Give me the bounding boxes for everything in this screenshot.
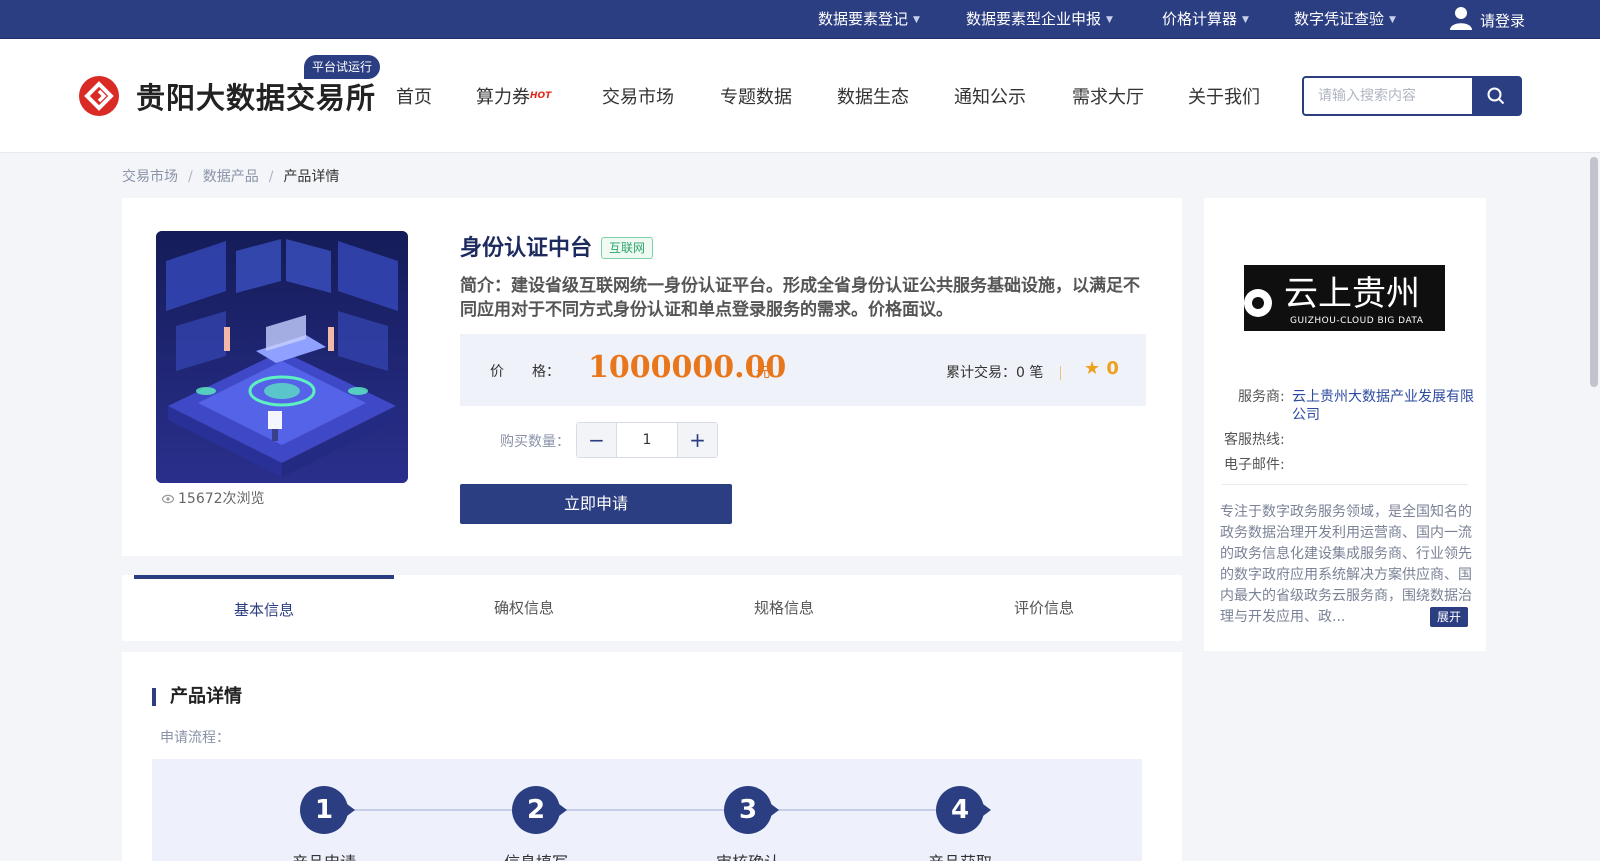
email-label: 电子邮件: [1224, 457, 1285, 473]
provider-logo-cn: 云上贵州 [1284, 274, 1420, 314]
quantity-input[interactable]: 1 [617, 423, 677, 457]
tab-rights-info[interactable]: 确权信息 [394, 575, 654, 641]
breadcrumb-separator: / [188, 169, 193, 185]
flow-step-label: 信息填写 [476, 849, 596, 861]
nav-about-us[interactable]: 关于我们 [1188, 83, 1260, 109]
topbar-link-label: 价格计算器 [1162, 10, 1238, 28]
site-header: 贵阳大数据交易所 平台试运行 首页 算力券 HOT 交易市场 专题数据 数据生态… [0, 39, 1600, 153]
nav-home[interactable]: 首页 [396, 83, 432, 109]
nav-trade-market[interactable]: 交易市场 [602, 83, 674, 109]
expand-button[interactable]: 展开 [1430, 607, 1469, 627]
nav-data-ecology[interactable]: 数据生态 [837, 83, 909, 109]
hot-badge: HOT [530, 91, 552, 101]
rating-value: 0 [1106, 358, 1119, 379]
flow-step-label: 产品获取 [900, 849, 1020, 861]
user-icon [1450, 7, 1472, 30]
flow-step-number: 3 [724, 786, 779, 834]
search-input[interactable] [1304, 78, 1472, 114]
trial-badge: 平台试运行 [304, 55, 381, 79]
top-bar: 数据要素登记 ▼ 数据要素型企业申报 ▼ 价格计算器 ▼ 数字凭证查验 ▼ 请登录 [0, 0, 1600, 39]
topbar-link-label: 数据要素登记 [818, 10, 909, 28]
tab-review-info[interactable]: 评价信息 [914, 575, 1174, 641]
breadcrumb-data-products[interactable]: 数据产品 [203, 169, 259, 185]
price-divider [1060, 366, 1061, 380]
provider-card: 云上贵州 GUIZHOU-CLOUD BIG DATA 服务商: 云上贵州大数据… [1204, 198, 1486, 651]
breadcrumb-trade-market[interactable]: 交易市场 [122, 169, 178, 185]
flow-step-number: 2 [512, 786, 567, 834]
provider-name[interactable]: 云上贵州大数据产业发展有限公司 [1292, 388, 1476, 424]
application-flow: 1 2 3 4 产品申请 信息填写 审核确认 产品获取 [152, 759, 1142, 861]
tab-spec-info[interactable]: 规格信息 [654, 575, 914, 641]
flow-step-number: 1 [300, 786, 355, 834]
view-count: 15672次浏览 [161, 488, 265, 508]
rating: ★ 0 [1084, 358, 1119, 379]
scrollbar-thumb[interactable] [1590, 157, 1598, 387]
topbar-link-price-calculator[interactable]: 价格计算器 ▼ [1162, 10, 1249, 30]
provider-logo-en: GUIZHOU-CLOUD BIG DATA [1290, 316, 1424, 326]
provider-divider [1222, 484, 1468, 485]
section-title: 产品详情 [152, 688, 242, 706]
flow-step-label: 审核确认 [688, 849, 808, 861]
isometric-data-illustration [156, 231, 408, 483]
price-unit: 元 [756, 365, 770, 381]
eye-icon [161, 494, 175, 504]
quantity-label: 购买数量： [500, 434, 570, 450]
nav-notices[interactable]: 通知公示 [954, 83, 1026, 109]
nav-compute-voucher[interactable]: 算力券 [476, 83, 530, 109]
nav-topic-data[interactable]: 专题数据 [720, 83, 792, 109]
exchange-logo-icon[interactable] [78, 75, 120, 117]
chevron-down-icon: ▼ [1242, 15, 1249, 25]
decrease-quantity-button[interactable]: − [577, 423, 617, 457]
product-category-tag: 互联网 [601, 237, 654, 259]
tab-basic-info[interactable]: 基本信息 [134, 575, 394, 641]
topbar-link-label: 数据要素型企业申报 [966, 10, 1102, 28]
price-label: 价 格： [490, 364, 560, 380]
breadcrumb-separator: / [268, 169, 274, 185]
flow-step-number: 4 [936, 786, 991, 834]
provider-logo: 云上贵州 GUIZHOU-CLOUD BIG DATA [1244, 265, 1445, 331]
product-image [156, 231, 408, 483]
login-link[interactable]: 请登录 [1450, 6, 1525, 32]
nav-demand-hall[interactable]: 需求大厅 [1072, 83, 1144, 109]
quantity-stepper: − 1 + [576, 422, 718, 458]
provider-name-text: 云上贵州大数据产业发展有限公司 [1292, 389, 1474, 423]
hotline-label: 客服热线: [1224, 432, 1285, 448]
product-card: 15672次浏览 身份认证中台 互联网 简介：建设省级互联网统一身份认证平台。形… [122, 198, 1182, 556]
chevron-down-icon: ▼ [913, 15, 920, 25]
flow-step-label: 产品申请 [264, 849, 384, 861]
chevron-down-icon: ▼ [1106, 15, 1113, 25]
search-icon [1487, 87, 1505, 105]
provider-label: 服务商: [1238, 389, 1285, 405]
increase-quantity-button[interactable]: + [677, 423, 717, 457]
breadcrumb: 交易市场 / 数据产品 / 产品详情 [122, 166, 339, 186]
search-button[interactable] [1472, 78, 1520, 114]
star-icon: ★ [1084, 358, 1101, 379]
product-detail-section: 产品详情 申请流程： 1 2 3 4 产品申请 信息填写 审核确认 产品获取 [122, 652, 1182, 861]
topbar-link-data-registration[interactable]: 数据要素登记 ▼ [818, 10, 920, 30]
apply-now-button[interactable]: 立即申请 [460, 484, 732, 524]
chevron-down-icon: ▼ [1389, 15, 1396, 25]
breadcrumb-current: 产品详情 [283, 169, 340, 185]
total-transactions: 累计交易：0 笔 [946, 365, 1044, 381]
search-box [1302, 76, 1522, 116]
login-label: 请登录 [1480, 12, 1526, 30]
site-logo-text[interactable]: 贵阳大数据交易所 [136, 75, 376, 117]
topbar-link-enterprise-declaration[interactable]: 数据要素型企业申报 ▼ [966, 10, 1113, 30]
topbar-link-certificate-check[interactable]: 数字凭证查验 ▼ [1294, 10, 1396, 30]
detail-tabs: 基本信息 确权信息 规格信息 评价信息 [122, 575, 1182, 641]
view-count-label: 15672次浏览 [178, 491, 265, 507]
flow-connector-line [324, 809, 964, 811]
product-title: 身份认证中台 [460, 236, 593, 261]
price-panel: 价 格： 1000000.00 元 累计交易：0 笔 ★ 0 [460, 334, 1146, 406]
product-description: 简介：建设省级互联网统一身份认证平台。形成全省身份认证公共服务基础设施，以满足不… [460, 276, 1140, 320]
application-flow-label: 申请流程： [160, 730, 230, 746]
provider-logo-mark: 云上贵州 GUIZHOU-CLOUD BIG DATA [1244, 265, 1445, 331]
topbar-link-label: 数字凭证查验 [1294, 10, 1385, 28]
page-scrollbar[interactable] [1588, 153, 1600, 861]
